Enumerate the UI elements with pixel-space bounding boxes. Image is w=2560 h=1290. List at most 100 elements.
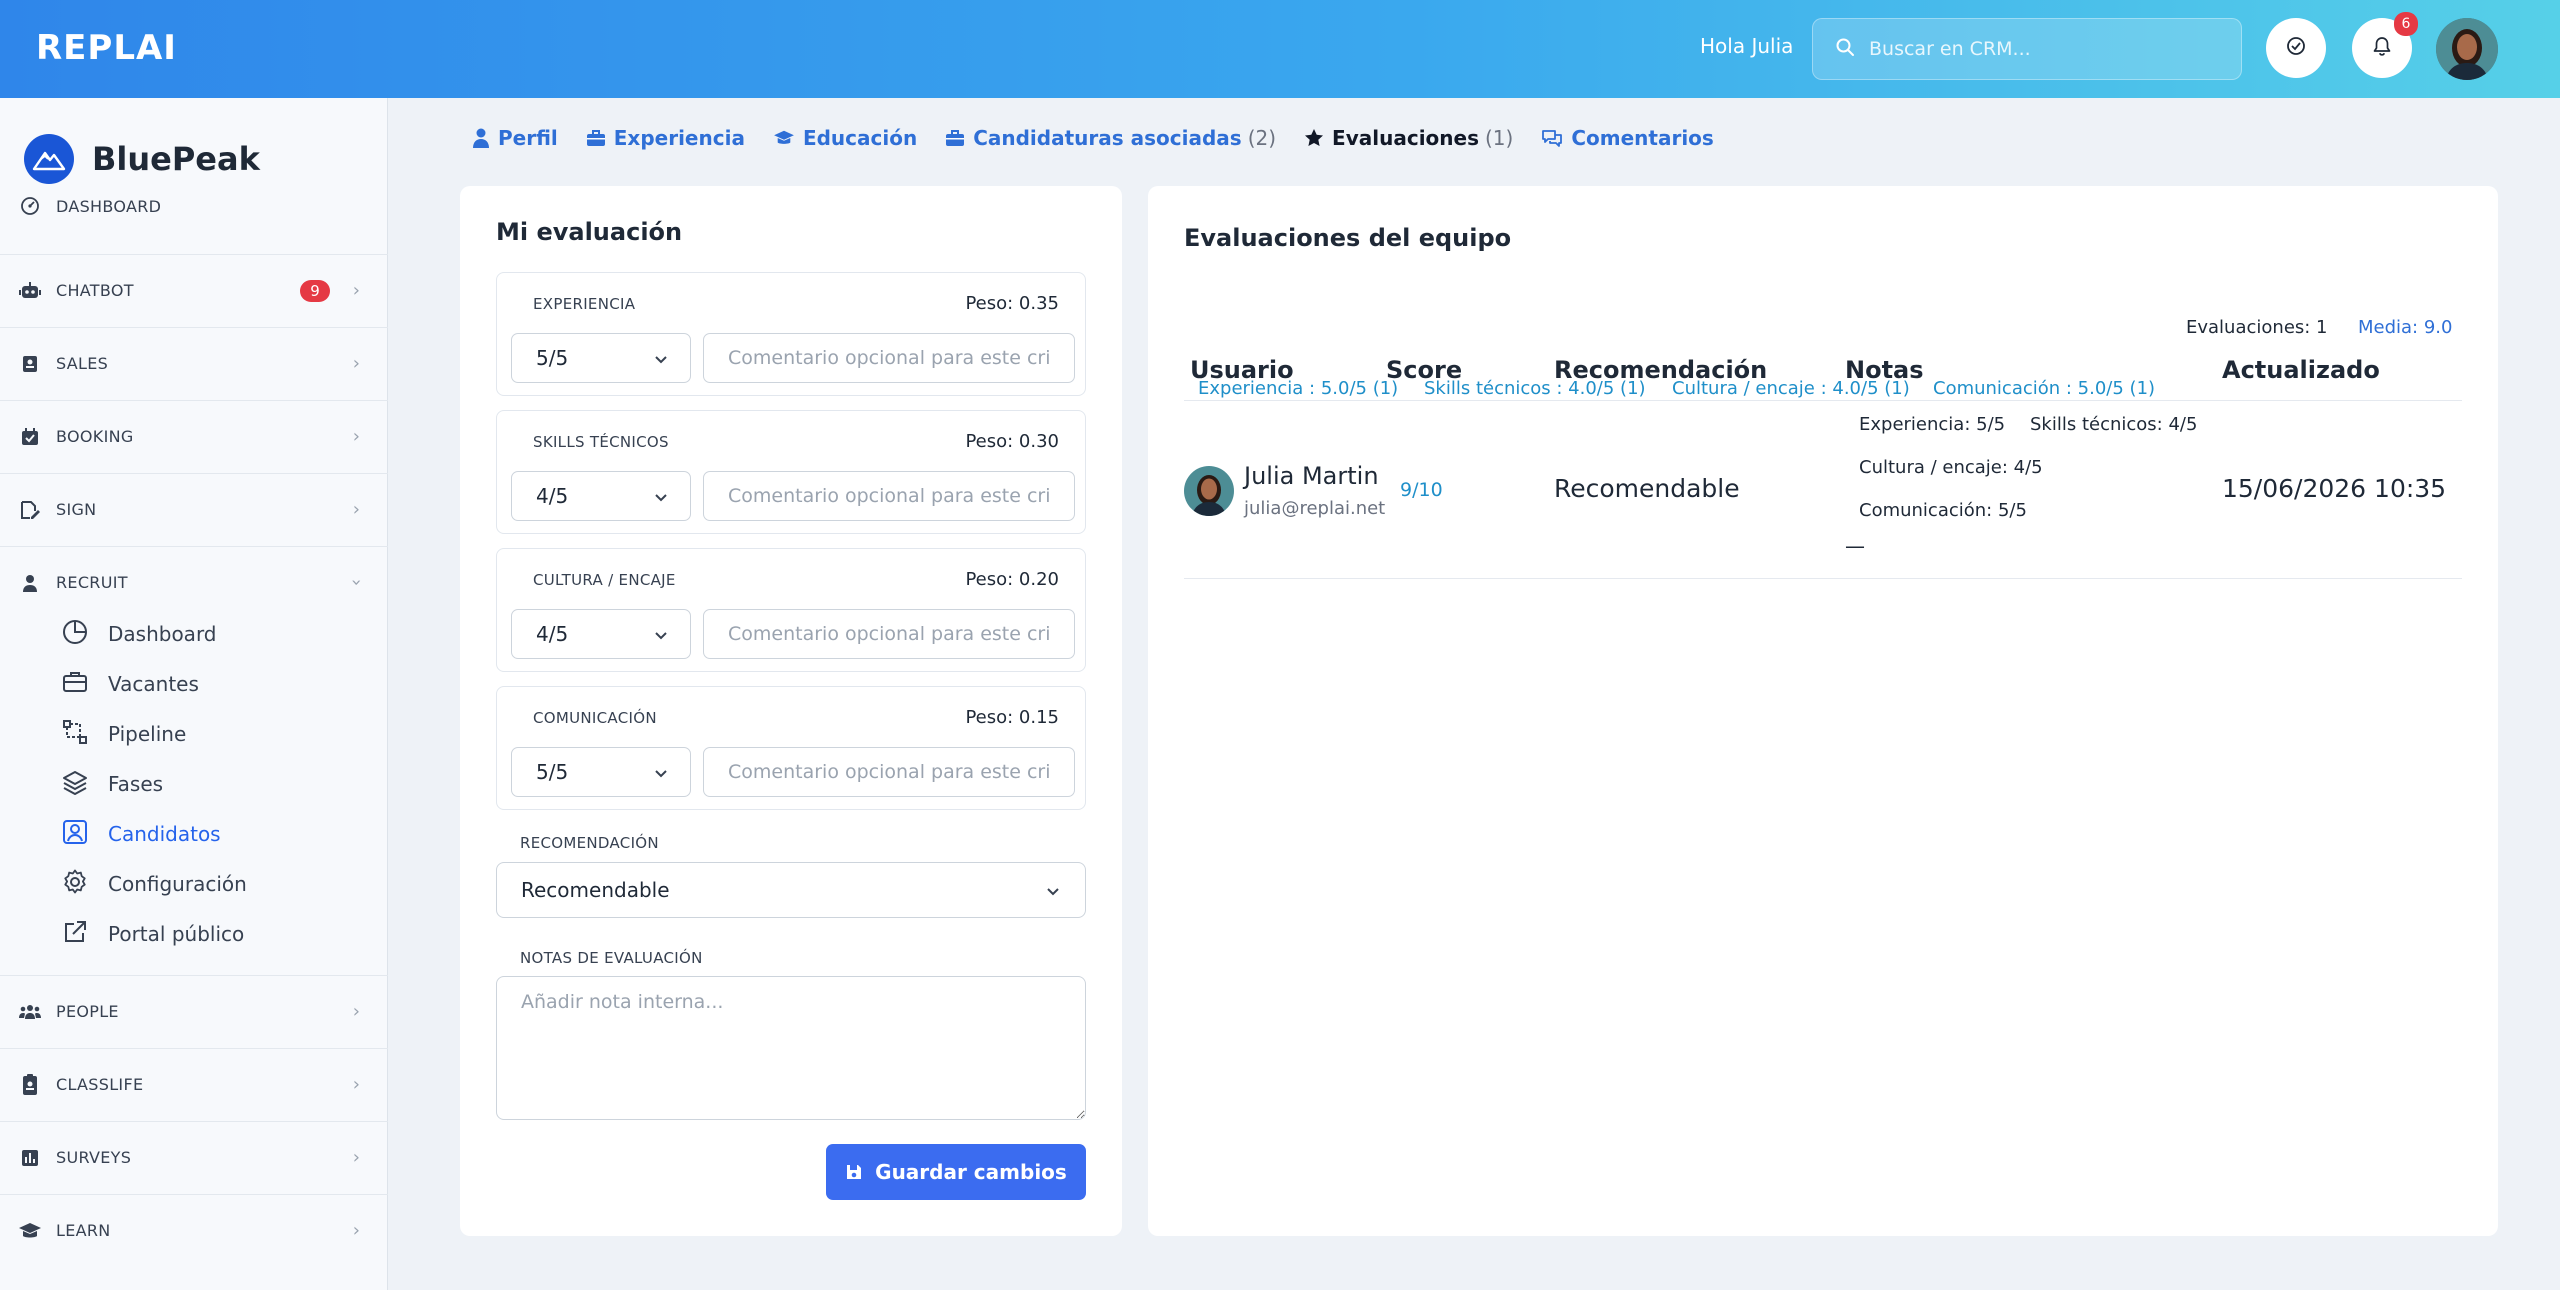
tasks-button[interactable] — [2266, 18, 2326, 78]
contact-card-icon — [18, 352, 42, 376]
sidebar-item-booking[interactable]: BOOKING › — [0, 400, 388, 472]
tab-comentarios[interactable]: Comentarios — [1541, 126, 1714, 150]
sidebar-item-label: BOOKING — [56, 427, 134, 446]
sidebar-item-label: SIGN — [56, 500, 97, 519]
tab-candidaturas[interactable]: Candidaturas asociadas (2) — [945, 126, 1276, 150]
tab-perfil[interactable]: Perfil — [472, 126, 558, 150]
criterion-weight: Peso: 0.20 — [965, 569, 1059, 590]
evaluations-count: Evaluaciones: 1 — [2186, 317, 2328, 338]
save-button[interactable]: Guardar cambios — [826, 1144, 1086, 1200]
recommendation-select[interactable]: Recomendable — [496, 862, 1086, 918]
briefcase-icon — [586, 130, 605, 146]
score-select[interactable]: 4/5 — [511, 609, 691, 659]
note-text: — — [1845, 534, 1865, 558]
score-value: 5/5 — [536, 760, 569, 784]
column-header-actualizado: Actualizado — [2222, 356, 2380, 384]
sidebar-item-label: DASHBOARD — [56, 196, 162, 216]
sidebar-item-label: RECRUIT — [56, 573, 128, 592]
card-title: Evaluaciones del equipo — [1184, 224, 1512, 252]
search-box[interactable] — [1812, 18, 2242, 80]
brand[interactable]: BluePeak — [24, 134, 260, 184]
mountain-logo-icon — [24, 134, 74, 184]
recruit-sub-configuracion[interactable]: Configuración — [62, 864, 247, 904]
chevron-down-icon — [652, 625, 670, 649]
sidebar-item-recruit[interactable]: RECRUIT › — [0, 546, 388, 618]
recruit-sub-candidatos[interactable]: Candidatos — [62, 814, 221, 854]
tab-count: (2) — [1247, 126, 1277, 150]
chevron-down-icon — [652, 349, 670, 373]
recruit-sub-pipeline[interactable]: Pipeline — [62, 714, 186, 754]
id-badge-icon — [18, 1073, 42, 1097]
sidebar-item-label: CLASSLIFE — [56, 1075, 144, 1094]
team-evaluations-card: Evaluaciones del equipo Evaluaciones: 1 … — [1148, 186, 2498, 1236]
score-value: 9/10 — [1400, 479, 1443, 501]
note-criterion: Experiencia: 5/5 — [1859, 414, 2006, 435]
sidebar-item-classlife[interactable]: CLASSLIFE › — [0, 1048, 388, 1120]
criterion-weight: Peso: 0.30 — [965, 431, 1059, 452]
brand-name: BluePeak — [92, 140, 260, 178]
sidebar-item-label: PEOPLE — [56, 1002, 119, 1021]
user-icon — [473, 128, 489, 148]
row-divider — [1184, 578, 2462, 579]
criterion-summary-chip: Comunicación : 5.0/5 (1) — [1933, 378, 2156, 399]
evaluations-average: Media: 9.0 — [2358, 317, 2453, 338]
recruit-sub-label: Vacantes — [108, 672, 199, 696]
sidebar-item-people[interactable]: PEOPLE › — [0, 975, 388, 1047]
recruit-sub-fases[interactable]: Fases — [62, 764, 163, 804]
user-square-icon — [62, 819, 88, 849]
score-value: 5/5 — [536, 346, 569, 370]
chevron-down-icon: › — [345, 578, 367, 587]
user-avatar[interactable] — [2436, 18, 2498, 80]
calendar-check-icon — [18, 425, 42, 449]
sidebar-item-sales[interactable]: SALES › — [0, 327, 388, 399]
sidebar-item-chatbot[interactable]: CHATBOT 9 › — [0, 254, 388, 326]
criterion-experiencia: EXPERIENCIA Peso: 0.35 5/5 — [496, 272, 1086, 396]
card-title: Mi evaluación — [496, 218, 683, 246]
graduation-cap-icon — [18, 1219, 42, 1243]
search-input[interactable] — [1869, 38, 2229, 60]
notifications-button[interactable]: 6 — [2352, 12, 2418, 78]
recommendation-label: RECOMENDACIÓN — [520, 834, 659, 852]
criterion-name: CULTURA / ENCAJE — [533, 571, 676, 589]
user-email: julia@replai.net — [1244, 498, 1386, 519]
score-select[interactable]: 5/5 — [511, 333, 691, 383]
note-criterion: Comunicación: 5/5 — [1859, 500, 2027, 521]
app-logo[interactable]: REPLAI — [36, 28, 177, 68]
chevron-right-icon: › — [352, 280, 360, 301]
tab-educacion[interactable]: Educación — [773, 126, 917, 150]
recruit-sub-dashboard[interactable]: Dashboard — [62, 614, 217, 654]
score-select[interactable]: 4/5 — [511, 471, 691, 521]
recruit-sub-vacantes[interactable]: Vacantes — [62, 664, 199, 704]
updated-at: 15/06/2026 10:35 — [2222, 474, 2447, 503]
sidebar-item-learn[interactable]: LEARN › — [0, 1194, 388, 1266]
criterion-comment-input[interactable] — [703, 609, 1075, 659]
sidebar-item-surveys[interactable]: SURVEYS › — [0, 1121, 388, 1193]
criterion-comunicacion: COMUNICACIÓN Peso: 0.15 5/5 — [496, 686, 1086, 810]
save-label: Guardar cambios — [875, 1160, 1067, 1184]
chatbot-count-badge: 9 — [300, 279, 330, 302]
tab-experiencia[interactable]: Experiencia — [586, 126, 745, 150]
score-select[interactable]: 5/5 — [511, 747, 691, 797]
notes-textarea[interactable] — [496, 976, 1086, 1120]
chevron-right-icon: › — [352, 1220, 360, 1241]
chevron-right-icon: › — [352, 1147, 360, 1168]
bell-icon — [2371, 35, 2393, 61]
chevron-down-icon — [652, 763, 670, 787]
sidebar-item-dashboard[interactable]: DASHBOARD — [0, 182, 388, 230]
tab-label: Comentarios — [1571, 126, 1714, 150]
score-value: 4/5 — [536, 622, 569, 646]
recruit-sub-label: Portal público — [108, 922, 245, 946]
sidebar-item-sign[interactable]: SIGN › — [0, 473, 388, 545]
criterion-weight: Peso: 0.35 — [965, 293, 1059, 314]
criterion-comment-input[interactable] — [703, 333, 1075, 383]
criterion-name: EXPERIENCIA — [533, 295, 636, 313]
tab-evaluaciones[interactable]: Evaluaciones (1) — [1304, 126, 1513, 150]
criterion-name: SKILLS TÉCNICOS — [533, 433, 669, 451]
criterion-comment-input[interactable] — [703, 471, 1075, 521]
column-header-notas: Notas — [1845, 356, 1924, 384]
save-icon — [847, 1165, 862, 1179]
criterion-comment-input[interactable] — [703, 747, 1075, 797]
recruit-sub-portal[interactable]: Portal público — [62, 914, 244, 954]
avatar — [1184, 466, 1234, 516]
pie-chart-icon — [62, 619, 88, 649]
